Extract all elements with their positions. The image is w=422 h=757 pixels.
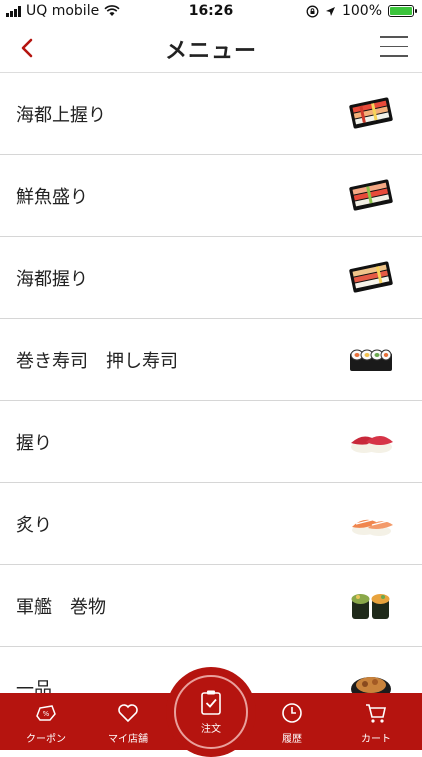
menu-item-aburi[interactable]: 炙り — [0, 483, 422, 565]
menu-item-sengyo-mori[interactable]: 鮮魚盛り — [0, 155, 422, 237]
cart-icon — [366, 704, 386, 723]
rotation-lock-icon — [306, 5, 319, 17]
order-clipboard-icon — [201, 690, 221, 715]
menu-item-label: 海都握り — [16, 269, 88, 290]
tab-history[interactable]: 履歴 — [250, 693, 334, 750]
battery-icon — [388, 5, 417, 17]
order-label: 注文 — [201, 724, 221, 735]
menu-item-label: 握り — [16, 433, 52, 454]
menu-list: 海都上握り 鮮魚盛り 海都握り 巻き寿司 押し寿司 握り 炙り 軍艦 巻物 一品 — [0, 73, 422, 729]
menu-item-kaito-nigiri[interactable]: 海都握り — [0, 237, 422, 319]
heart-icon — [118, 704, 138, 723]
nav-bar: メニュー — [0, 22, 422, 73]
tab-coupon[interactable]: % クーポン — [4, 693, 88, 750]
sushi-roll-icon — [350, 349, 392, 371]
menu-item-kaito-jo-nigiri[interactable]: 海都上握り — [0, 73, 422, 155]
battery-percent: 100% — [341, 3, 382, 19]
sushi-platter-icon — [349, 261, 393, 293]
location-icon — [325, 6, 335, 16]
menu-item-label: 海都上握り — [16, 105, 106, 126]
tab-cart[interactable]: カート — [334, 693, 418, 750]
tab-label: カート — [361, 734, 391, 745]
shrimp-nigiri-icon — [352, 519, 393, 536]
coupon-icon: % — [36, 705, 56, 721]
tuna-nigiri-icon — [351, 436, 393, 453]
menu-item-gunkan-makimono[interactable]: 軍艦 巻物 — [0, 565, 422, 647]
order-button[interactable]: 注文 — [166, 667, 256, 757]
menu-item-label: 軍艦 巻物 — [16, 597, 106, 618]
menu-item-nigiri[interactable]: 握り — [0, 401, 422, 483]
svg-text:%: % — [43, 710, 50, 718]
tab-label: 履歴 — [282, 734, 302, 745]
page-title: メニュー — [164, 39, 257, 64]
gunkan-icon — [351, 594, 390, 619]
tab-label: マイ店舗 — [108, 734, 148, 745]
clock-icon — [282, 703, 302, 723]
tab-label: クーポン — [26, 734, 66, 745]
status-bar: UQ mobile 16:26 100% — [0, 0, 422, 22]
hamburger-menu-icon[interactable] — [380, 36, 408, 58]
sushi-platter-icon — [349, 97, 393, 129]
sushi-platter-icon — [349, 179, 393, 211]
tab-my-store[interactable]: マイ店舗 — [86, 693, 170, 750]
menu-item-label: 巻き寿司 押し寿司 — [16, 351, 178, 372]
menu-item-makizushi-oshizushi[interactable]: 巻き寿司 押し寿司 — [0, 319, 422, 401]
menu-item-label: 鮮魚盛り — [16, 187, 88, 208]
menu-item-label: 炙り — [16, 515, 52, 536]
